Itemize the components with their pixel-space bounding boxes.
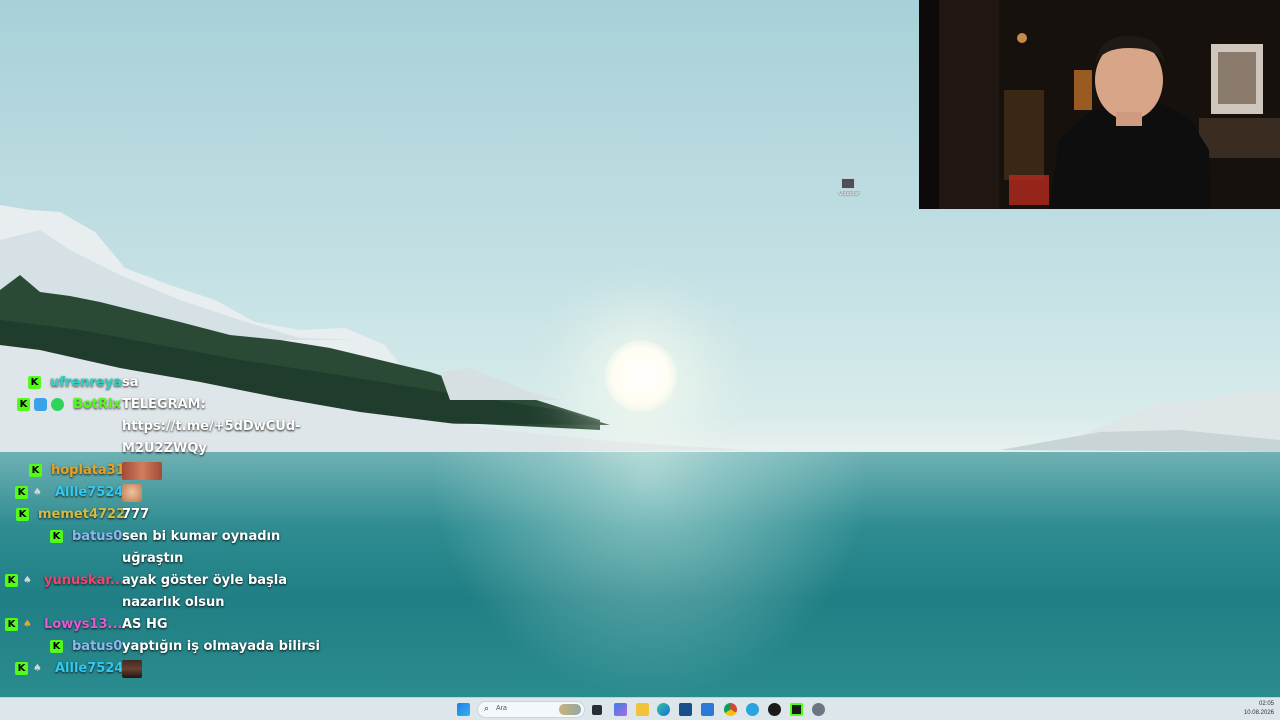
file-explorer-icon[interactable] [636,703,649,716]
kick-badge-icon: K [15,662,28,675]
kick-badge-icon: K [28,376,41,389]
desktop-icon-label: Videolar [838,191,860,197]
chat-username[interactable]: batus0 [72,636,122,658]
chat-text[interactable]: https://t.me/+5dDwCUd- [122,416,322,438]
chat-text: TELEGRAM: [122,397,206,412]
kick-badge-icon: K [5,574,18,587]
folder-icon [841,178,855,189]
search-placeholder: Ara [496,705,507,712]
widgets-icon[interactable] [614,703,627,716]
face-emote-icon [122,484,142,502]
chat-text: sa [122,375,139,390]
chat-message: K ♠ Allle7524 [0,658,320,680]
taskbar-search[interactable]: ⌕ Ara [477,701,585,718]
windows-start-icon[interactable] [457,703,470,716]
chat-username[interactable]: hoplata31 [51,460,125,482]
kick-badge-icon: K [29,464,42,477]
chat-message: K ♠ yunuskar... ayak göster öyle başla n… [0,570,320,614]
chat-text[interactable]: M2U2ZWQy [122,438,322,460]
chat-message: K ♠ Lowys13... AS HG [0,614,320,636]
kick-badge-icon: K [50,530,63,543]
kick-badge-icon: K [15,486,28,499]
kick-badge-icon: K [16,508,29,521]
chat-text: nazarlık olsun [122,595,225,610]
app-icon[interactable] [768,703,781,716]
clock-date: 10.08.2026 [1243,710,1274,716]
chat-message: K hoplata31 [0,460,320,482]
edge-icon[interactable] [657,703,670,716]
chat-text: 777 [122,507,150,522]
chat-message: K batus0 sen bi kumar oynadın uğraştın [0,526,320,570]
chat-message: K ♠ Allle7524 [0,482,320,504]
subscriber-badge-icon: ♠ [33,487,42,498]
chat-username[interactable]: memet4722 [38,504,125,526]
chat-message: K ufrenreya sa [0,372,320,394]
face-emote-icon [122,462,162,480]
taskbar: ⌕ Ara 02:05 10.08.2026 [0,697,1280,720]
webcam-overlay [919,0,1280,209]
desktop-icon-videos[interactable]: Videolar [830,178,868,202]
webcam-feed [919,0,1280,209]
kick-badge-icon: K [5,618,18,631]
kick-icon[interactable] [790,703,803,716]
subscriber-badge-icon: ♠ [23,619,32,630]
settings-icon[interactable] [812,703,825,716]
chat-message: K memet4722 777 [0,504,320,526]
stream-chat: K ufrenreya sa K BotRix TELEGRAM: https:… [0,372,320,680]
clock-time: 02:05 [1258,701,1274,707]
chrome-icon[interactable] [724,703,737,716]
chat-text: sen bi kumar oynadın [122,529,281,544]
chat-message: K BotRix TELEGRAM: https://t.me/+5dDwCUd… [0,394,320,460]
chat-username[interactable]: ufrenreya [50,372,122,394]
search-icon: ⌕ [484,704,490,714]
kick-badge-icon: K [50,640,63,653]
chat-username[interactable]: Allle7524 [55,658,123,680]
subscriber-badge-icon: ♠ [23,575,32,586]
telegram-icon[interactable] [746,703,759,716]
chat-username[interactable]: batus0 [72,526,122,548]
chat-username[interactable]: Allle7524 [55,482,123,504]
chat-text: yaptığın iş olmayada bilirsi [122,639,320,654]
chat-username[interactable]: BotRix [73,394,121,416]
taskview-icon[interactable] [592,705,602,715]
chat-username[interactable]: yunuskar... [44,570,125,592]
verified-badge-icon [51,398,64,411]
person-emote-icon [122,660,142,678]
subscriber-badge-icon: ♠ [33,663,42,674]
search-highlight-icon [559,704,581,715]
sun [605,340,677,412]
store-icon[interactable] [679,703,692,716]
chat-text: uğraştın [122,551,184,566]
kick-badge-icon: K [17,398,30,411]
bot-badge-icon [34,398,47,411]
chat-username[interactable]: Lowys13... [44,614,122,636]
mail-icon[interactable] [701,703,714,716]
chat-text: ayak göster öyle başla [122,573,287,588]
chat-text: AS HG [122,617,168,632]
chat-message: K batus0 yaptığın iş olmayada bilirsi [0,636,320,658]
system-clock[interactable]: 02:05 10.08.2026 [1244,700,1274,718]
